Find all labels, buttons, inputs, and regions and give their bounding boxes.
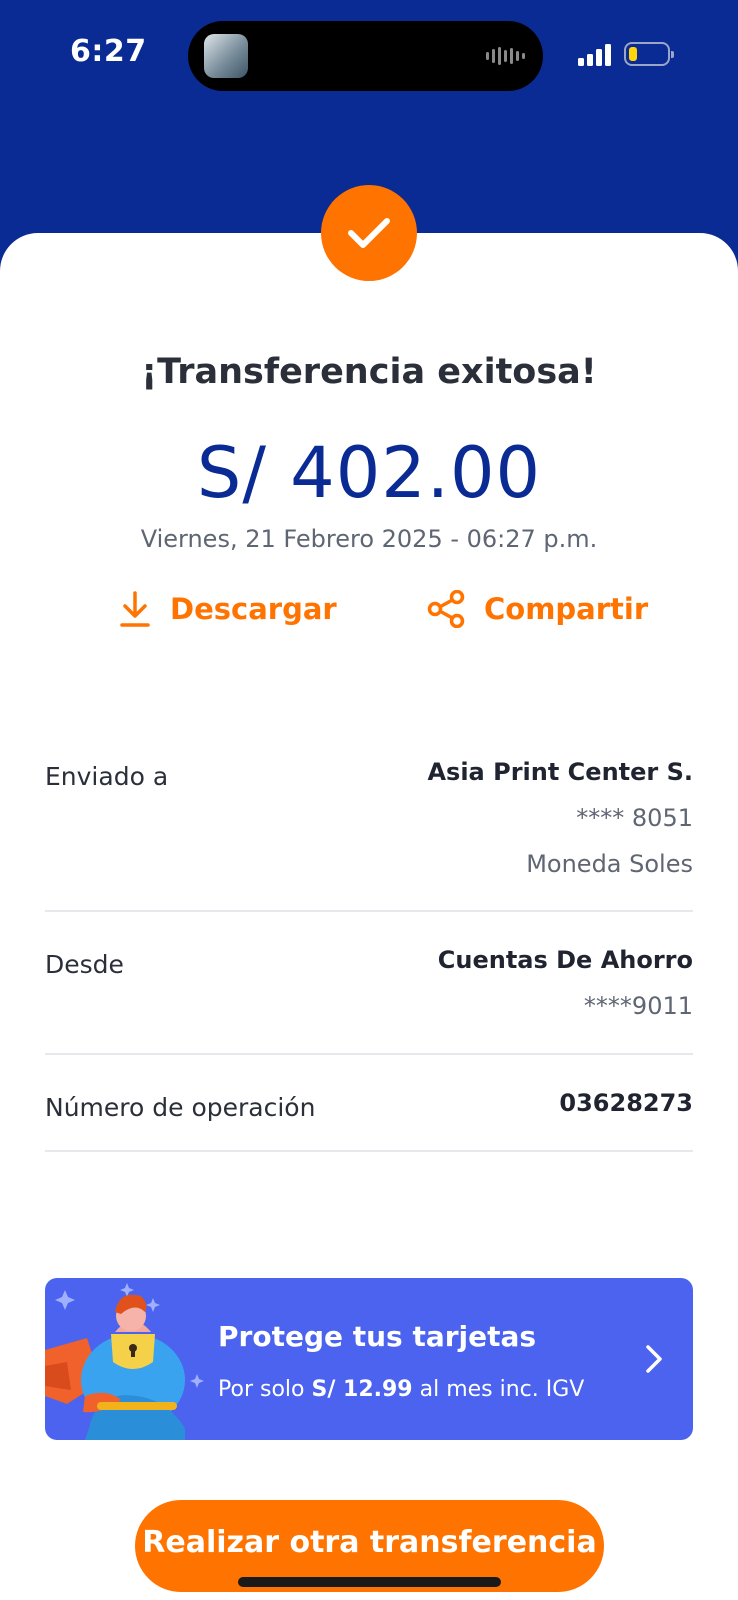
superhero-illustration <box>45 1283 204 1440</box>
divider <box>45 1053 693 1055</box>
dynamic-island[interactable] <box>188 21 543 91</box>
transfer-amount: S/ 402.00 <box>196 432 542 514</box>
recipient-account: **** 8051 <box>576 804 693 832</box>
source-label: Desde <box>45 950 124 979</box>
battery-level <box>629 47 637 61</box>
promo-subtitle-prefix: Por solo <box>218 1377 312 1402</box>
audio-wave-icon <box>486 47 525 65</box>
detail-row-operation: Número de operación 03628273 <box>45 1089 693 1129</box>
share-icon <box>427 590 465 628</box>
share-button[interactable]: Compartir <box>426 590 648 628</box>
operation-number: 03628273 <box>559 1089 693 1117</box>
promo-banner[interactable]: Protege tus tarjetas Por solo S/ 12.99 a… <box>45 1278 693 1440</box>
promo-title: Protege tus tarjetas <box>218 1320 537 1353</box>
cellular-signal-icon <box>578 42 611 66</box>
status-bar: 6:27 <box>0 0 738 110</box>
recipient-label: Enviado a <box>45 762 169 791</box>
promo-subtitle-suffix: al mes inc. IGV <box>412 1377 585 1402</box>
download-button[interactable]: Descargar <box>118 590 337 628</box>
success-badge <box>321 185 417 281</box>
divider <box>45 1150 693 1152</box>
home-indicator[interactable] <box>238 1577 501 1587</box>
chevron-right-icon <box>646 1345 662 1373</box>
detail-row-recipient: Enviado a Asia Print Center S. **** 8051… <box>45 758 693 878</box>
source-account-number: ****9011 <box>583 992 693 1020</box>
download-label: Descargar <box>170 592 337 626</box>
operation-label: Número de operación <box>45 1093 316 1122</box>
detail-row-source: Desde Cuentas De Ahorro ****9011 <box>45 946 693 1026</box>
download-icon <box>120 591 150 627</box>
transfer-datetime: Viernes, 21 Febrero 2025 - 06:27 p.m. <box>140 525 598 553</box>
promo-subtitle: Por solo S/ 12.99 al mes inc. IGV <box>218 1377 584 1402</box>
page-title: ¡Transferencia exitosa! <box>141 352 597 392</box>
check-icon <box>348 218 390 248</box>
divider <box>45 910 693 912</box>
recipient-currency: Moneda Soles <box>526 850 693 878</box>
battery-icon <box>624 42 674 66</box>
source-account-name: Cuentas De Ahorro <box>437 946 693 974</box>
share-label: Compartir <box>484 592 649 626</box>
recipient-name: Asia Print Center S. <box>427 758 693 786</box>
status-time: 6:27 <box>70 34 147 69</box>
now-playing-thumbnail <box>204 34 248 78</box>
promo-price: S/ 12.99 <box>311 1377 413 1402</box>
